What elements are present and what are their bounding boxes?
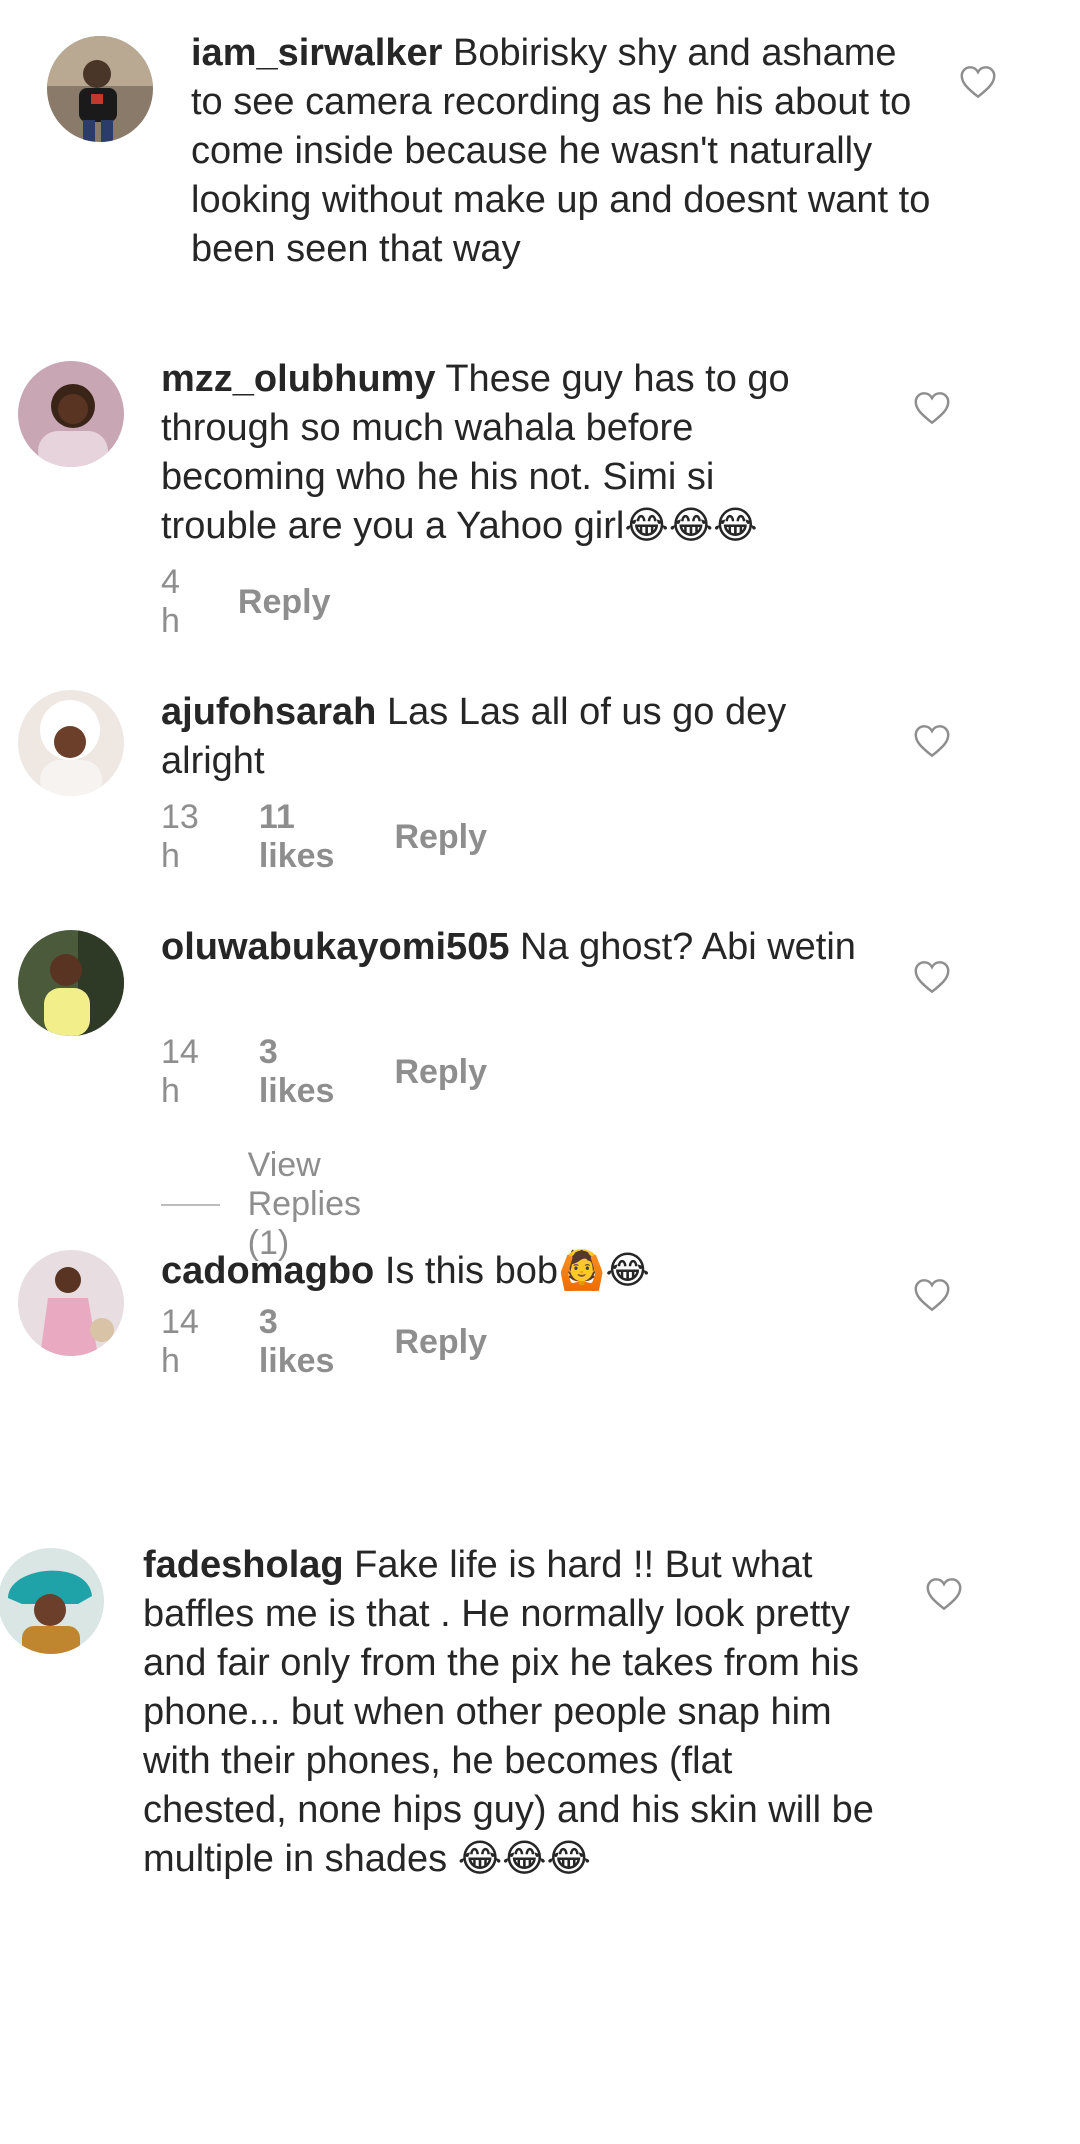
heart-outline-icon[interactable] [913, 724, 951, 758]
comment-time: 4 h [161, 563, 180, 640]
reply-button[interactable]: Reply [238, 583, 331, 622]
comment-text: oluwabukayomi505 Na ghost? Abi wetin [161, 923, 861, 972]
comment-likes[interactable]: 3 likes [259, 1303, 335, 1381]
reply-button[interactable]: Reply [394, 1053, 487, 1092]
comment-text: cadomagbo Is this bob🙆😂 [161, 1247, 861, 1296]
reply-button[interactable]: Reply [394, 818, 487, 857]
comment-text: ajufohsarah Las Las all of us go dey alr… [161, 688, 821, 786]
view-replies-divider [161, 1203, 220, 1206]
comment-time: 13 h [161, 798, 199, 875]
comment-meta: 4 h Reply [161, 563, 331, 641]
heart-outline-icon[interactable] [913, 960, 951, 994]
view-replies-button[interactable]: View Replies (1) [161, 1146, 398, 1263]
heart-outline-icon[interactable] [913, 391, 951, 425]
comment-body: Is this bob🙆😂 [384, 1250, 650, 1292]
comment-text: iam_sirwalker Bobirisky shy and ashame t… [191, 29, 931, 274]
avatar[interactable] [0, 1548, 104, 1654]
view-replies-label: View Replies (1) [247, 1146, 362, 1262]
comment-username[interactable]: ajufohsarah [161, 691, 376, 733]
comment-time: 14 h [161, 1303, 199, 1380]
comment-meta: 14 h 3 likes Reply [161, 1303, 487, 1381]
avatar[interactable] [18, 690, 124, 796]
comment-meta: 13 h 11 likes Reply [161, 798, 487, 876]
comment-body: Na ghost? Abi wetin [520, 926, 856, 968]
comment-username[interactable]: mzz_olubhumy [161, 358, 435, 400]
avatar[interactable] [18, 361, 124, 467]
comment-text: mzz_olubhumy These guy has to go through… [161, 355, 821, 551]
comment-likes[interactable]: 11 likes [259, 798, 335, 876]
avatar[interactable] [47, 36, 153, 142]
comment-username[interactable]: oluwabukayomi505 [161, 926, 509, 968]
comment-time: 14 h [161, 1033, 199, 1110]
heart-outline-icon[interactable] [959, 65, 997, 99]
avatar[interactable] [18, 930, 124, 1036]
heart-outline-icon[interactable] [913, 1278, 951, 1312]
comment-body: Fake life is hard !! But what baffles me… [143, 1544, 874, 1880]
comment-meta: 14 h 3 likes Reply [161, 1033, 487, 1111]
avatar[interactable] [18, 1250, 124, 1356]
comment-username[interactable]: iam_sirwalker [191, 32, 442, 74]
reply-button[interactable]: Reply [394, 1323, 487, 1362]
comment-likes[interactable]: 3 likes [259, 1033, 335, 1111]
comment-username[interactable]: cadomagbo [161, 1250, 374, 1292]
heart-outline-icon[interactable] [925, 1577, 963, 1611]
comment-text: fadesholag Fake life is hard !! But what… [143, 1541, 883, 1884]
comment-username[interactable]: fadesholag [143, 1544, 344, 1586]
